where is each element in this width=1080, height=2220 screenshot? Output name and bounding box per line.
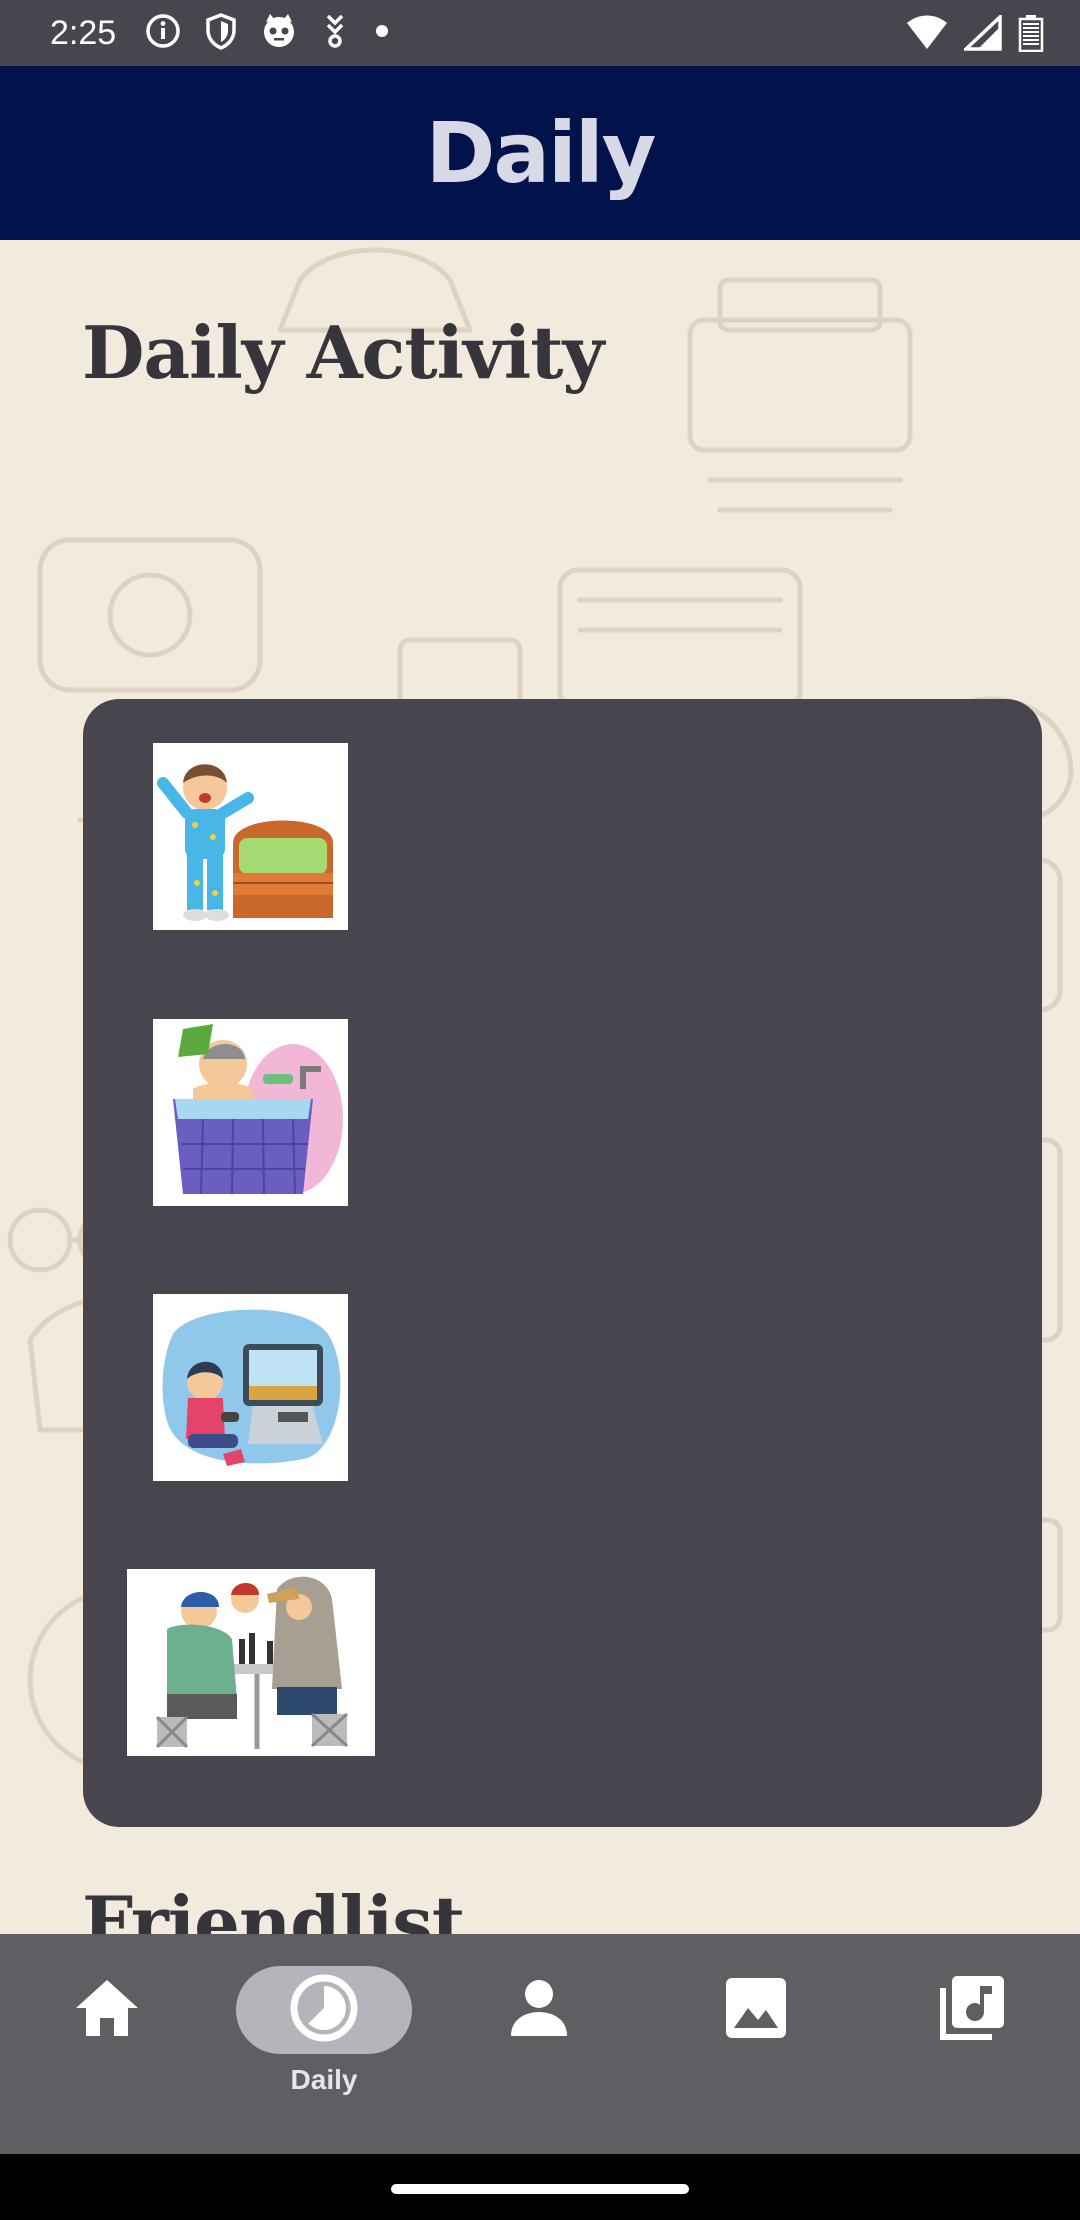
friendlist-title: Friendlist [82, 1880, 465, 1934]
music-library-icon [936, 1972, 1008, 2048]
status-time: 2:25 [50, 13, 117, 52]
wifi-icon [906, 15, 948, 55]
person-icon [507, 1976, 571, 2044]
nav-item-gallery[interactable] [656, 1934, 856, 2154]
system-gesture-bar [0, 2154, 1080, 2220]
daily-activity-card [83, 699, 1042, 1827]
info-icon [144, 12, 182, 54]
nav-pill-daily [236, 1966, 412, 2054]
nav-pill-gallery [668, 1966, 844, 2054]
activity-image-bath[interactable] [153, 1019, 348, 1206]
daily-activity-title: Daily Activity [82, 310, 604, 395]
nav-item-daily[interactable]: Daily [224, 1934, 424, 2154]
signal-icon [961, 12, 1002, 55]
home-gesture-handle[interactable] [391, 2184, 689, 2194]
bottom-navigation: Daily [0, 1934, 1080, 2154]
status-bar: 2:25 [0, 0, 1080, 66]
nav-item-home[interactable] [7, 1934, 207, 2154]
battery-icon [1018, 14, 1044, 56]
app-bar: Daily [0, 66, 1080, 240]
dot-icon [372, 21, 392, 45]
shield-icon [204, 12, 238, 54]
activity-image-wake-up[interactable] [153, 743, 348, 930]
nav-pill-music [884, 1966, 1060, 2054]
activity-image-video-games[interactable] [153, 1294, 348, 1481]
nav-pill-profile [451, 1966, 627, 2054]
nav-item-music[interactable] [872, 1934, 1072, 2154]
app-title: Daily [425, 104, 657, 202]
cat-icon [260, 12, 298, 54]
download-icon [320, 13, 350, 53]
home-icon [72, 1976, 142, 2044]
status-icons-left [144, 12, 392, 54]
nav-pill-home [19, 1966, 195, 2054]
image-icon [724, 1976, 788, 2044]
nav-item-profile[interactable] [439, 1934, 639, 2154]
status-icons-right [906, 12, 1044, 56]
clock-icon [288, 1972, 360, 2048]
activity-image-friends-table[interactable] [127, 1569, 375, 1756]
nav-label-daily: Daily [290, 2064, 358, 2095]
scroll-content[interactable]: Daily Activity Friendlist [0, 240, 1080, 1934]
